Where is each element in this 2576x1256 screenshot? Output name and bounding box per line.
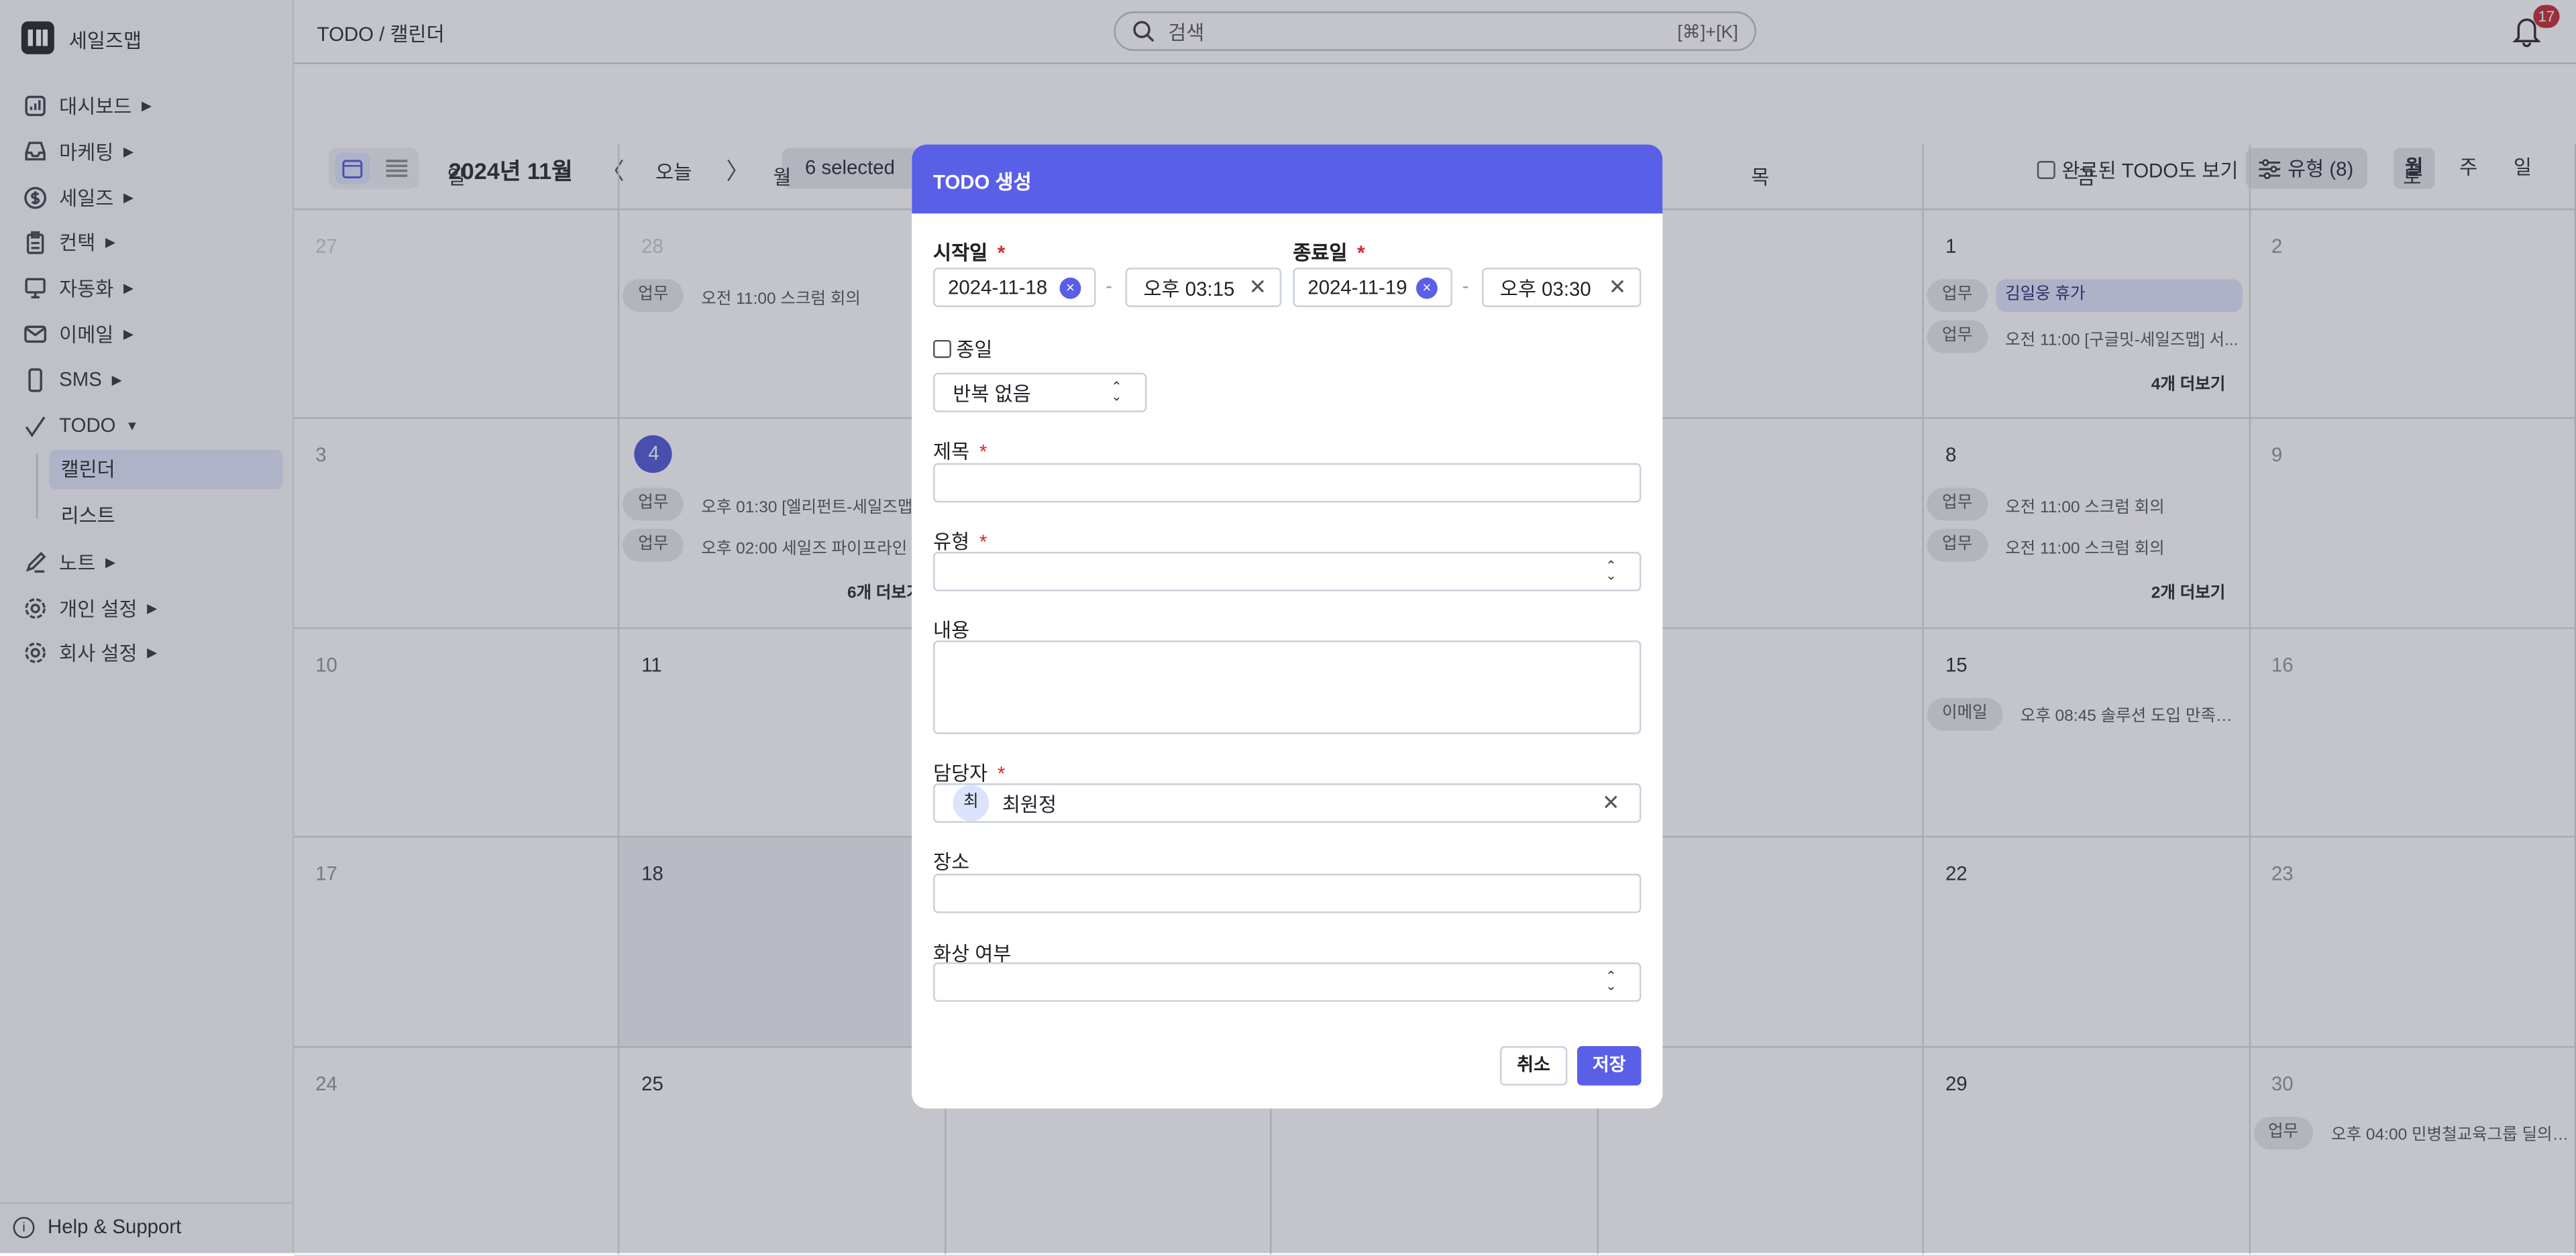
chevron-up-down-icon: ⌃ ⌄	[1111, 379, 1122, 404]
video-select[interactable]: ⌃ ⌄	[933, 962, 1642, 1002]
type-label: 유형 *	[933, 530, 987, 554]
cancel-button[interactable]: 취소	[1499, 1046, 1568, 1086]
title-input[interactable]	[933, 463, 1642, 503]
end-date-input[interactable]: 2024-11-19 ×	[1293, 268, 1452, 307]
clear-start-time-icon[interactable]: ✕	[1248, 274, 1267, 300]
range-dash: -	[1462, 274, 1469, 298]
content-textarea[interactable]	[933, 640, 1642, 734]
chevron-up-down-icon: ⌃ ⌄	[1605, 558, 1617, 583]
start-time-input[interactable]: 오후 03:15 ✕	[1125, 268, 1282, 307]
all-day-label: 종일	[956, 338, 993, 361]
title-label: 제목 *	[933, 440, 987, 463]
assignee-label: 담당자 *	[933, 762, 1006, 785]
modal-title: TODO 생성	[912, 144, 1663, 214]
todo-create-modal: TODO 생성 시작일 * 종료일 * 2024-11-18 × - 오후 03:15…	[912, 144, 1663, 1109]
start-date-input[interactable]: 2024-11-18 ×	[933, 268, 1096, 307]
assignee-name: 최원정	[1002, 792, 1057, 815]
clear-end-time-icon[interactable]: ✕	[1609, 274, 1627, 300]
location-input[interactable]	[933, 873, 1642, 913]
assignee-select[interactable]: 최 최원정 ✕	[933, 783, 1642, 823]
chevron-up-down-icon: ⌃ ⌄	[1605, 968, 1617, 994]
content-label: 내용	[933, 619, 970, 642]
clear-start-date-icon[interactable]: ×	[1059, 276, 1081, 298]
repeat-select[interactable]: 반복 없음 ⌃ ⌄	[933, 372, 1147, 412]
end-date-label: 종료일 *	[1293, 241, 1365, 265]
start-date-label: 시작일 *	[933, 241, 1006, 265]
clear-assignee-icon[interactable]: ✕	[1602, 790, 1620, 816]
all-day-checkbox[interactable]	[933, 339, 951, 358]
save-button[interactable]: 저장	[1577, 1046, 1642, 1086]
location-label: 장소	[933, 850, 970, 874]
end-time-input[interactable]: 오후 03:30 ✕	[1481, 268, 1642, 307]
type-select[interactable]: ⌃ ⌄	[933, 551, 1642, 591]
range-dash: -	[1106, 274, 1112, 298]
all-day-toggle[interactable]: 종일	[933, 335, 992, 363]
avatar: 최	[953, 785, 989, 821]
clear-end-date-icon[interactable]: ×	[1416, 276, 1438, 298]
